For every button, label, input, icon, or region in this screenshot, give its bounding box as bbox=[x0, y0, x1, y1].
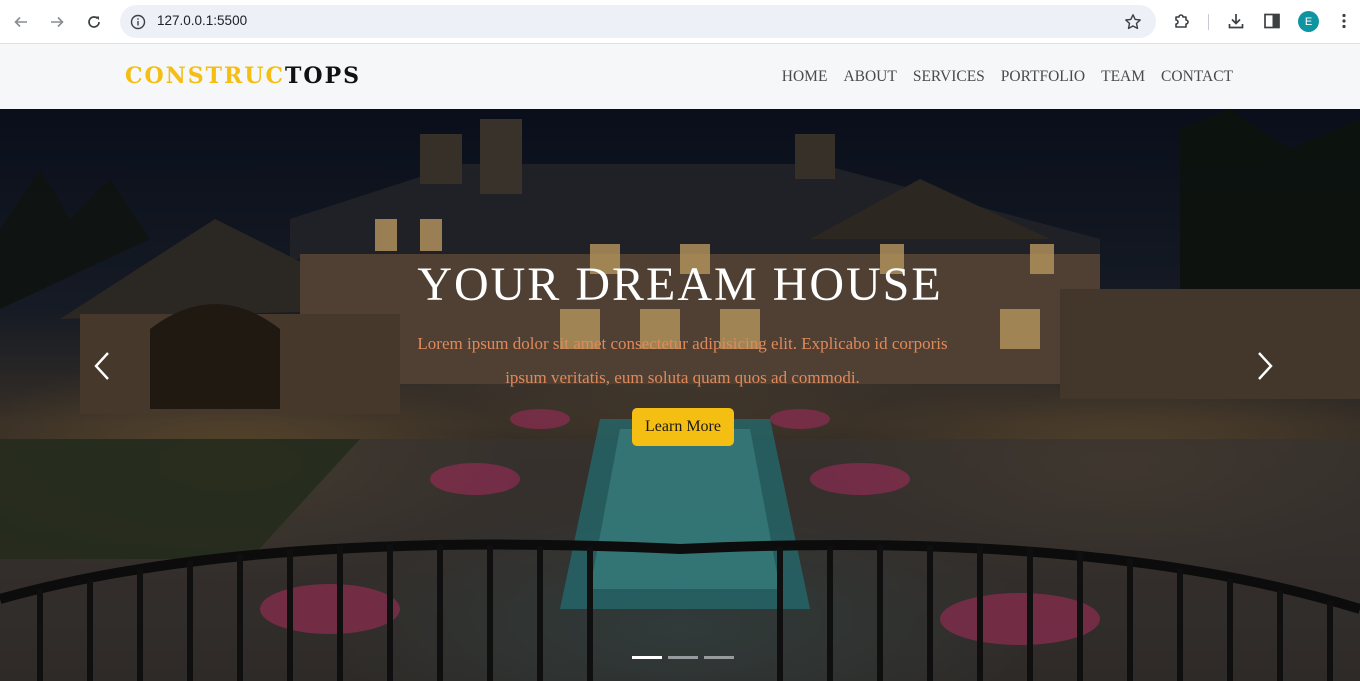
profile-avatar[interactable]: E bbox=[1298, 11, 1319, 32]
url-text[interactable]: 127.0.0.1:5500 bbox=[157, 13, 247, 28]
star-icon[interactable] bbox=[1124, 13, 1142, 31]
reload-button[interactable] bbox=[80, 8, 108, 36]
carousel-prev-arrow-icon[interactable] bbox=[88, 349, 118, 383]
hero-dark-overlay bbox=[0, 109, 1360, 681]
carousel-indicator-1[interactable] bbox=[632, 656, 662, 659]
download-icon[interactable] bbox=[1226, 11, 1246, 31]
back-button[interactable] bbox=[7, 8, 35, 36]
hero-title: YOUR DREAM HOUSE bbox=[417, 258, 943, 311]
carousel-indicators bbox=[632, 656, 734, 659]
reload-icon bbox=[88, 16, 100, 28]
brand-text-dark: TOPS bbox=[285, 63, 361, 89]
menu-item-about[interactable]: ABOUT bbox=[843, 68, 896, 86]
site-navbar: CONSTRUCTOPS HOME ABOUT SERVICES PORTFOL… bbox=[0, 44, 1360, 109]
browser-toolbar: 127.0.0.1:5500 E bbox=[0, 0, 1360, 44]
carousel-next-arrow-icon[interactable] bbox=[1249, 349, 1279, 383]
toolbar-divider bbox=[1208, 14, 1209, 30]
address-bar[interactable]: 127.0.0.1:5500 bbox=[120, 5, 1156, 38]
carousel-indicator-2[interactable] bbox=[668, 656, 698, 659]
hero-carousel: YOUR DREAM HOUSE Lorem ipsum dolor sit a… bbox=[0, 109, 1360, 681]
hero-description: Lorem ipsum dolor sit amet consectetur a… bbox=[417, 334, 948, 387]
menu-item-team[interactable]: TEAM bbox=[1101, 68, 1145, 86]
forward-button[interactable] bbox=[43, 8, 71, 36]
back-icon bbox=[14, 16, 27, 28]
brand-logo[interactable]: CONSTRUCTOPS bbox=[125, 63, 361, 89]
menu-item-services[interactable]: SERVICES bbox=[913, 68, 985, 86]
extensions-icon[interactable] bbox=[1172, 11, 1192, 31]
menu-item-portfolio[interactable]: PORTFOLIO bbox=[1001, 68, 1085, 86]
brand-text-yellow: CONSTRUC bbox=[125, 63, 286, 89]
menu-item-contact[interactable]: CONTACT bbox=[1161, 68, 1233, 86]
menu-item-home[interactable]: HOME bbox=[782, 68, 828, 86]
main-menu: HOME ABOUT SERVICES PORTFOLIO TEAM CONTA… bbox=[782, 68, 1233, 86]
kebab-menu-icon[interactable] bbox=[1334, 11, 1354, 31]
carousel-indicator-3[interactable] bbox=[704, 656, 734, 659]
learn-more-button[interactable]: Learn More bbox=[632, 408, 734, 446]
sidebar-icon[interactable] bbox=[1262, 11, 1282, 31]
forward-icon bbox=[51, 16, 64, 28]
info-icon[interactable] bbox=[130, 14, 146, 30]
